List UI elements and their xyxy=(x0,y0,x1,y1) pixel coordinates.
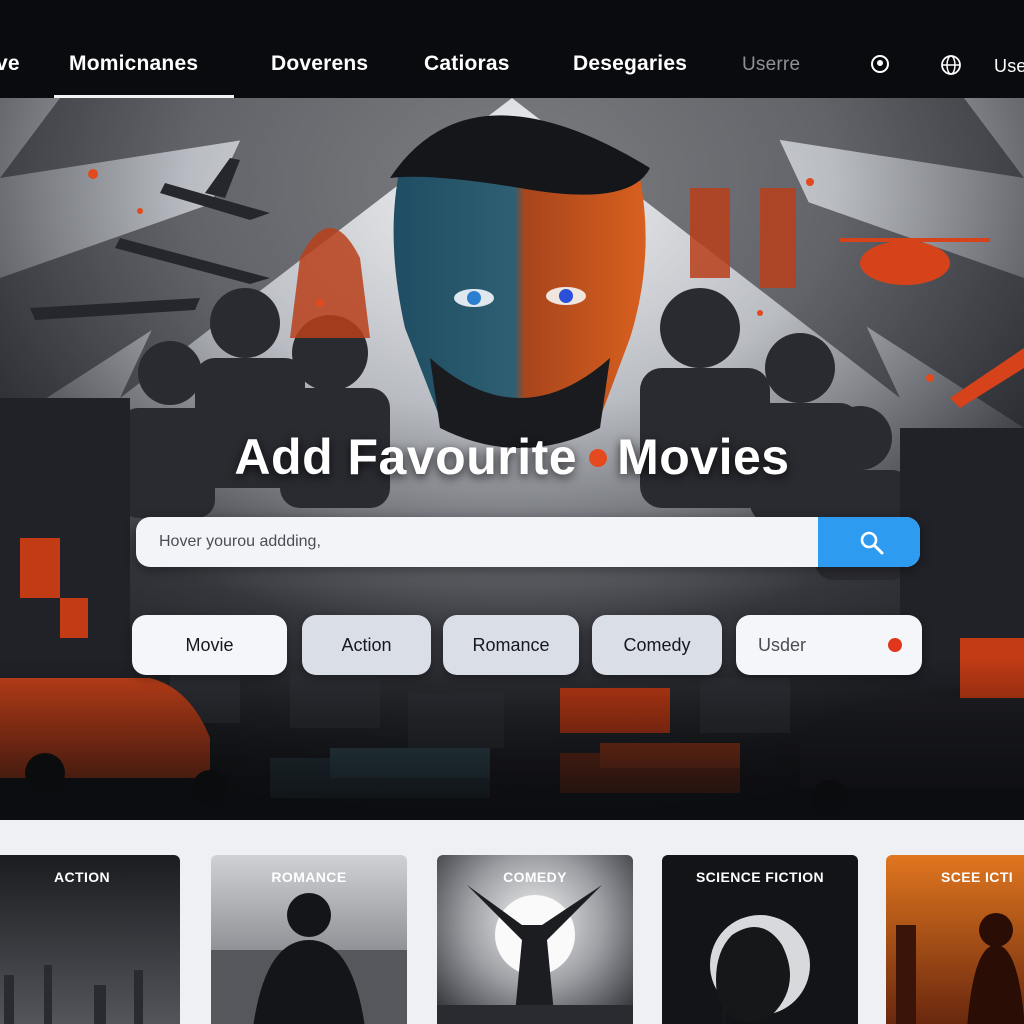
hero-banner: Add Favourite Movies Movie Action Romance… xyxy=(0,98,1024,820)
hero-title-right: Movies xyxy=(617,429,790,485)
category-card-science-fiction[interactable]: SCIENCE FICTION xyxy=(662,855,858,1024)
category-label: SCIENCE FICTION xyxy=(695,869,825,885)
title-dot-icon xyxy=(589,448,608,467)
category-label: ROMANCE xyxy=(271,869,347,885)
nav-item[interactable]: Doverens xyxy=(271,52,368,76)
nav-item-partial[interactable]: Use xyxy=(994,56,1024,77)
nav-item[interactable]: Catioras xyxy=(424,52,510,76)
top-nav: ve Momicnanes Doverens Catioras Desegari… xyxy=(0,0,1024,98)
globe-icon[interactable] xyxy=(940,54,962,76)
user-filter-chip[interactable]: Usder xyxy=(736,615,922,675)
hero-title: Add Favourite Movies xyxy=(0,428,1024,486)
nav-item-partial[interactable]: ve xyxy=(0,52,20,76)
user-circle-icon[interactable] xyxy=(870,54,890,74)
search-bar xyxy=(136,517,920,567)
category-card-partial[interactable]: SCEE ICTI xyxy=(886,855,1024,1024)
chip-comedy[interactable]: Comedy xyxy=(592,615,722,675)
search-input[interactable] xyxy=(136,517,818,567)
category-card-romance[interactable]: ROMANCE xyxy=(211,855,407,1024)
nav-item-active[interactable]: Momicnanes xyxy=(69,52,198,76)
hero-title-left: Add Favourite xyxy=(234,429,578,485)
status-dot-icon xyxy=(888,638,902,652)
category-label: SCEE ICTI xyxy=(941,869,1014,885)
category-card-action[interactable]: ACTION xyxy=(0,855,180,1024)
search-icon xyxy=(860,531,884,555)
category-label: ACTION xyxy=(53,869,111,885)
user-filter-label: Usder xyxy=(758,634,807,655)
chip-action[interactable]: Action xyxy=(302,615,431,675)
category-strip: ACTION ROMANCE COMEDY SCIENCE FICTION SC… xyxy=(0,820,1024,1024)
search-button[interactable] xyxy=(818,517,920,567)
category-label: COMEDY xyxy=(503,869,567,885)
nav-item-user[interactable]: Userre xyxy=(742,54,800,76)
nav-item[interactable]: Desegaries xyxy=(573,52,687,76)
chip-movie[interactable]: Movie xyxy=(132,615,287,675)
category-card-comedy[interactable]: COMEDY xyxy=(437,855,633,1024)
chip-romance[interactable]: Romance xyxy=(443,615,579,675)
